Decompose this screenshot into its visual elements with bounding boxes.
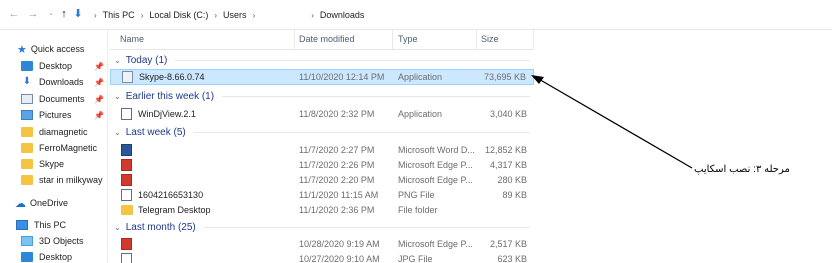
annotation-arrow [531,75,693,169]
annotation-label: مرحله ۳: نصب اسکایپ [694,164,790,175]
